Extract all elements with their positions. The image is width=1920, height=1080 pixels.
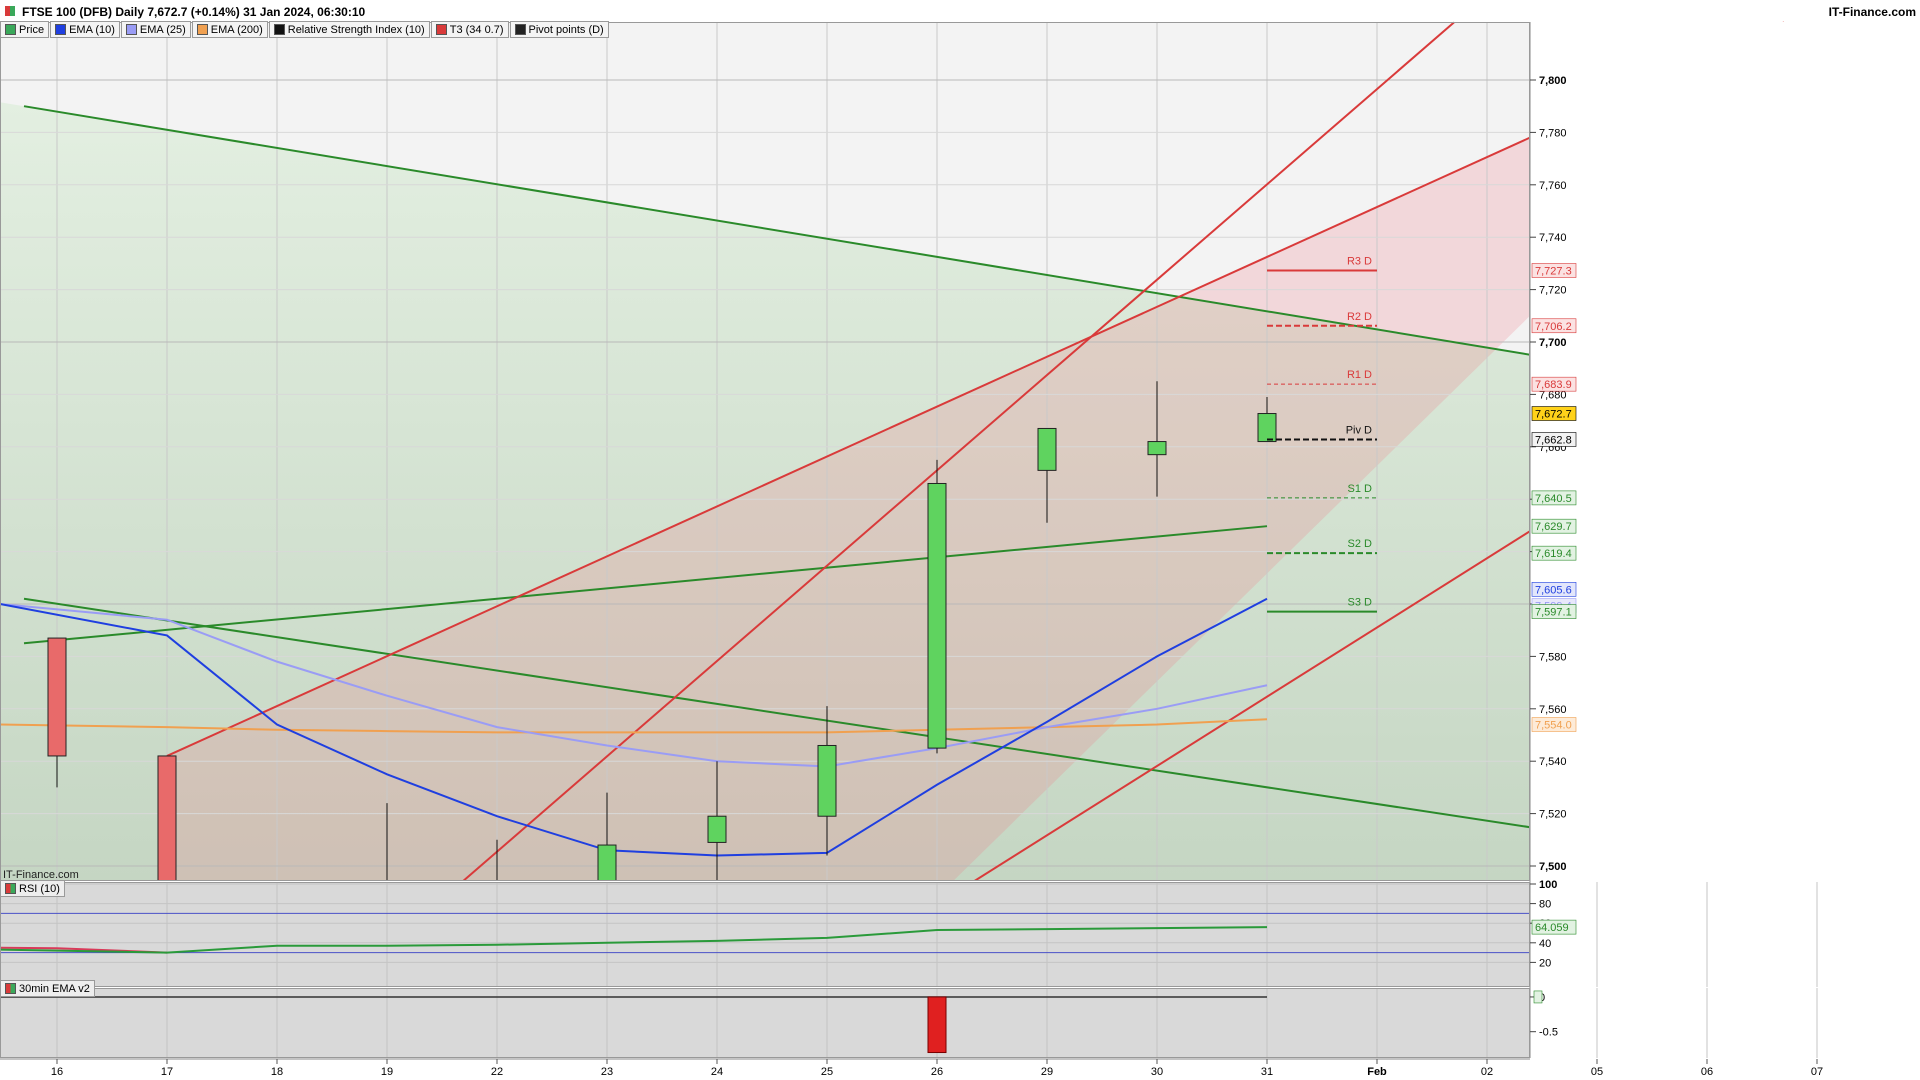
candle-body	[817, 744, 837, 817]
pivot-label: R2 D	[1347, 311, 1372, 323]
price-label-text: 7,554.0	[1535, 720, 1572, 732]
x-tick-label: 22	[491, 1066, 503, 1078]
osc-pane-background	[0, 988, 1530, 1058]
osc-tick-label: -0.5	[1539, 1027, 1558, 1039]
osc-icon	[5, 983, 16, 994]
legend-item-ema10[interactable]: EMA (10)	[50, 21, 120, 38]
chart-canvas[interactable]: R3 D R2 D R1 D Piv D S1 D S2 D S3 D 7,500 7,520 7…	[0, 0, 1920, 1080]
rsi-tick-label: 80	[1539, 899, 1551, 911]
price-label-text: 7,597.1	[1535, 607, 1572, 619]
candle-body	[47, 637, 67, 757]
pivot-label: S3 D	[1348, 597, 1373, 609]
x-tick-label: 23	[601, 1066, 613, 1078]
candle-body	[707, 815, 727, 843]
legend-item-ema200[interactable]: EMA (200)	[191, 21, 268, 38]
x-tick-label: 16	[51, 1066, 63, 1078]
swatch-icon	[435, 24, 447, 35]
price-tick-label: 7,800	[1539, 75, 1567, 87]
legend-label: Relative Strength Index (10)	[287, 23, 425, 36]
candle-body	[927, 482, 947, 749]
osc-value-box	[1533, 990, 1543, 1004]
rsi-pane-background	[0, 882, 1530, 987]
candle-body	[1147, 441, 1167, 456]
legend-label: EMA (200)	[210, 23, 263, 36]
x-tick-label: 07	[1811, 1066, 1823, 1078]
app-logo-icon	[5, 6, 15, 16]
price-tick-label: 7,740	[1539, 232, 1567, 244]
legend-label: T3 (34 0.7)	[449, 23, 504, 36]
x-tick-label: 24	[711, 1066, 723, 1078]
x-tick-label: 06	[1701, 1066, 1713, 1078]
legend-label: EMA (25)	[139, 23, 186, 36]
brand-label[interactable]: IT-Finance.com	[1829, 5, 1916, 19]
swatch-icon	[55, 24, 67, 35]
x-tick-label: 30	[1151, 1066, 1163, 1078]
pivot-label: S2 D	[1348, 538, 1373, 550]
price-label-text: 7,727.3	[1535, 265, 1572, 277]
swatch-icon	[125, 24, 137, 35]
price-label-text: 7,629.7	[1535, 521, 1572, 533]
chart-title: FTSE 100 (DFB) Daily 7,672.7 (+0.14%) 31…	[22, 5, 366, 19]
rsi-tick-label: 20	[1539, 957, 1551, 969]
price-label-text: 7,605.6	[1535, 584, 1572, 596]
legend-label: Price	[19, 23, 45, 36]
x-tick-label: 02	[1481, 1066, 1493, 1078]
pivot-label: R3 D	[1347, 255, 1372, 267]
rsi-tick-label: 100	[1539, 879, 1557, 891]
rsi-value-label: 64.059	[1535, 922, 1569, 934]
legend-item-price[interactable]: Price	[0, 21, 50, 38]
osc-bar	[927, 996, 947, 1054]
rsi-tick-label: 40	[1539, 938, 1551, 950]
price-tick-label: 7,580	[1539, 651, 1567, 663]
indicator-legend: Price EMA (10) EMA (25) EMA (200) Relati…	[0, 21, 610, 38]
candle-body	[1037, 427, 1057, 471]
pivot-label: S1 D	[1348, 483, 1373, 495]
price-tick-label: 7,560	[1539, 704, 1567, 716]
legend-item-t3[interactable]: T3 (34 0.7)	[430, 21, 509, 38]
price-tick-label: 7,720	[1539, 285, 1567, 297]
legend-item-pivots[interactable]: Pivot points (D)	[509, 21, 609, 38]
candle-body	[1257, 413, 1277, 443]
price-label-text: 7,662.8	[1535, 434, 1572, 446]
rsi-icon	[5, 883, 16, 894]
x-tick-label: 05	[1591, 1066, 1603, 1078]
price-tick-label: 7,540	[1539, 756, 1567, 768]
price-label-text: 7,706.2	[1535, 321, 1572, 333]
rsi-pane-title: RSI (10)	[19, 882, 60, 895]
price-label-text: 7,640.5	[1535, 493, 1572, 505]
x-tick-label: 29	[1041, 1066, 1053, 1078]
swatch-icon	[5, 24, 16, 35]
price-label-text: 7,672.7	[1535, 409, 1572, 421]
price-tick-label: 7,700	[1539, 337, 1567, 349]
osc-pane-title: 30min EMA v2	[19, 982, 90, 995]
price-tick-label: 7,520	[1539, 809, 1567, 821]
price-axis-background	[1530, 22, 1920, 881]
price-tick-label: 7,780	[1539, 127, 1567, 139]
x-tick-label: 18	[271, 1066, 283, 1078]
pivot-label: Piv D	[1346, 424, 1372, 436]
swatch-icon	[514, 24, 526, 35]
rsi-pane-label[interactable]: RSI (10)	[0, 880, 65, 897]
x-tick-label: 26	[931, 1066, 943, 1078]
x-tick-label: 25	[821, 1066, 833, 1078]
swatch-icon	[273, 24, 285, 35]
legend-label: Pivot points (D)	[528, 23, 604, 36]
pivot-label: R1 D	[1347, 369, 1372, 381]
x-tick-label: 31	[1261, 1066, 1273, 1078]
x-tick-label: 19	[381, 1066, 393, 1078]
chart-header: FTSE 100 (DFB) Daily 7,672.7 (+0.14%) 31…	[0, 0, 1920, 22]
swatch-icon	[196, 24, 208, 35]
price-tick-label: 7,760	[1539, 180, 1567, 192]
x-axis-background	[0, 1059, 1920, 1080]
price-label-text: 7,619.4	[1535, 548, 1572, 560]
legend-item-rsi[interactable]: Relative Strength Index (10)	[268, 21, 430, 38]
osc-pane-label[interactable]: 30min EMA v2	[0, 980, 95, 997]
legend-item-ema25[interactable]: EMA (25)	[120, 21, 191, 38]
x-tick-label: 17	[161, 1066, 173, 1078]
legend-label: EMA (10)	[69, 23, 115, 36]
price-tick-label: 7,500	[1539, 861, 1567, 873]
x-tick-label: Feb	[1367, 1066, 1387, 1078]
price-label-text: 7,683.9	[1535, 379, 1572, 391]
